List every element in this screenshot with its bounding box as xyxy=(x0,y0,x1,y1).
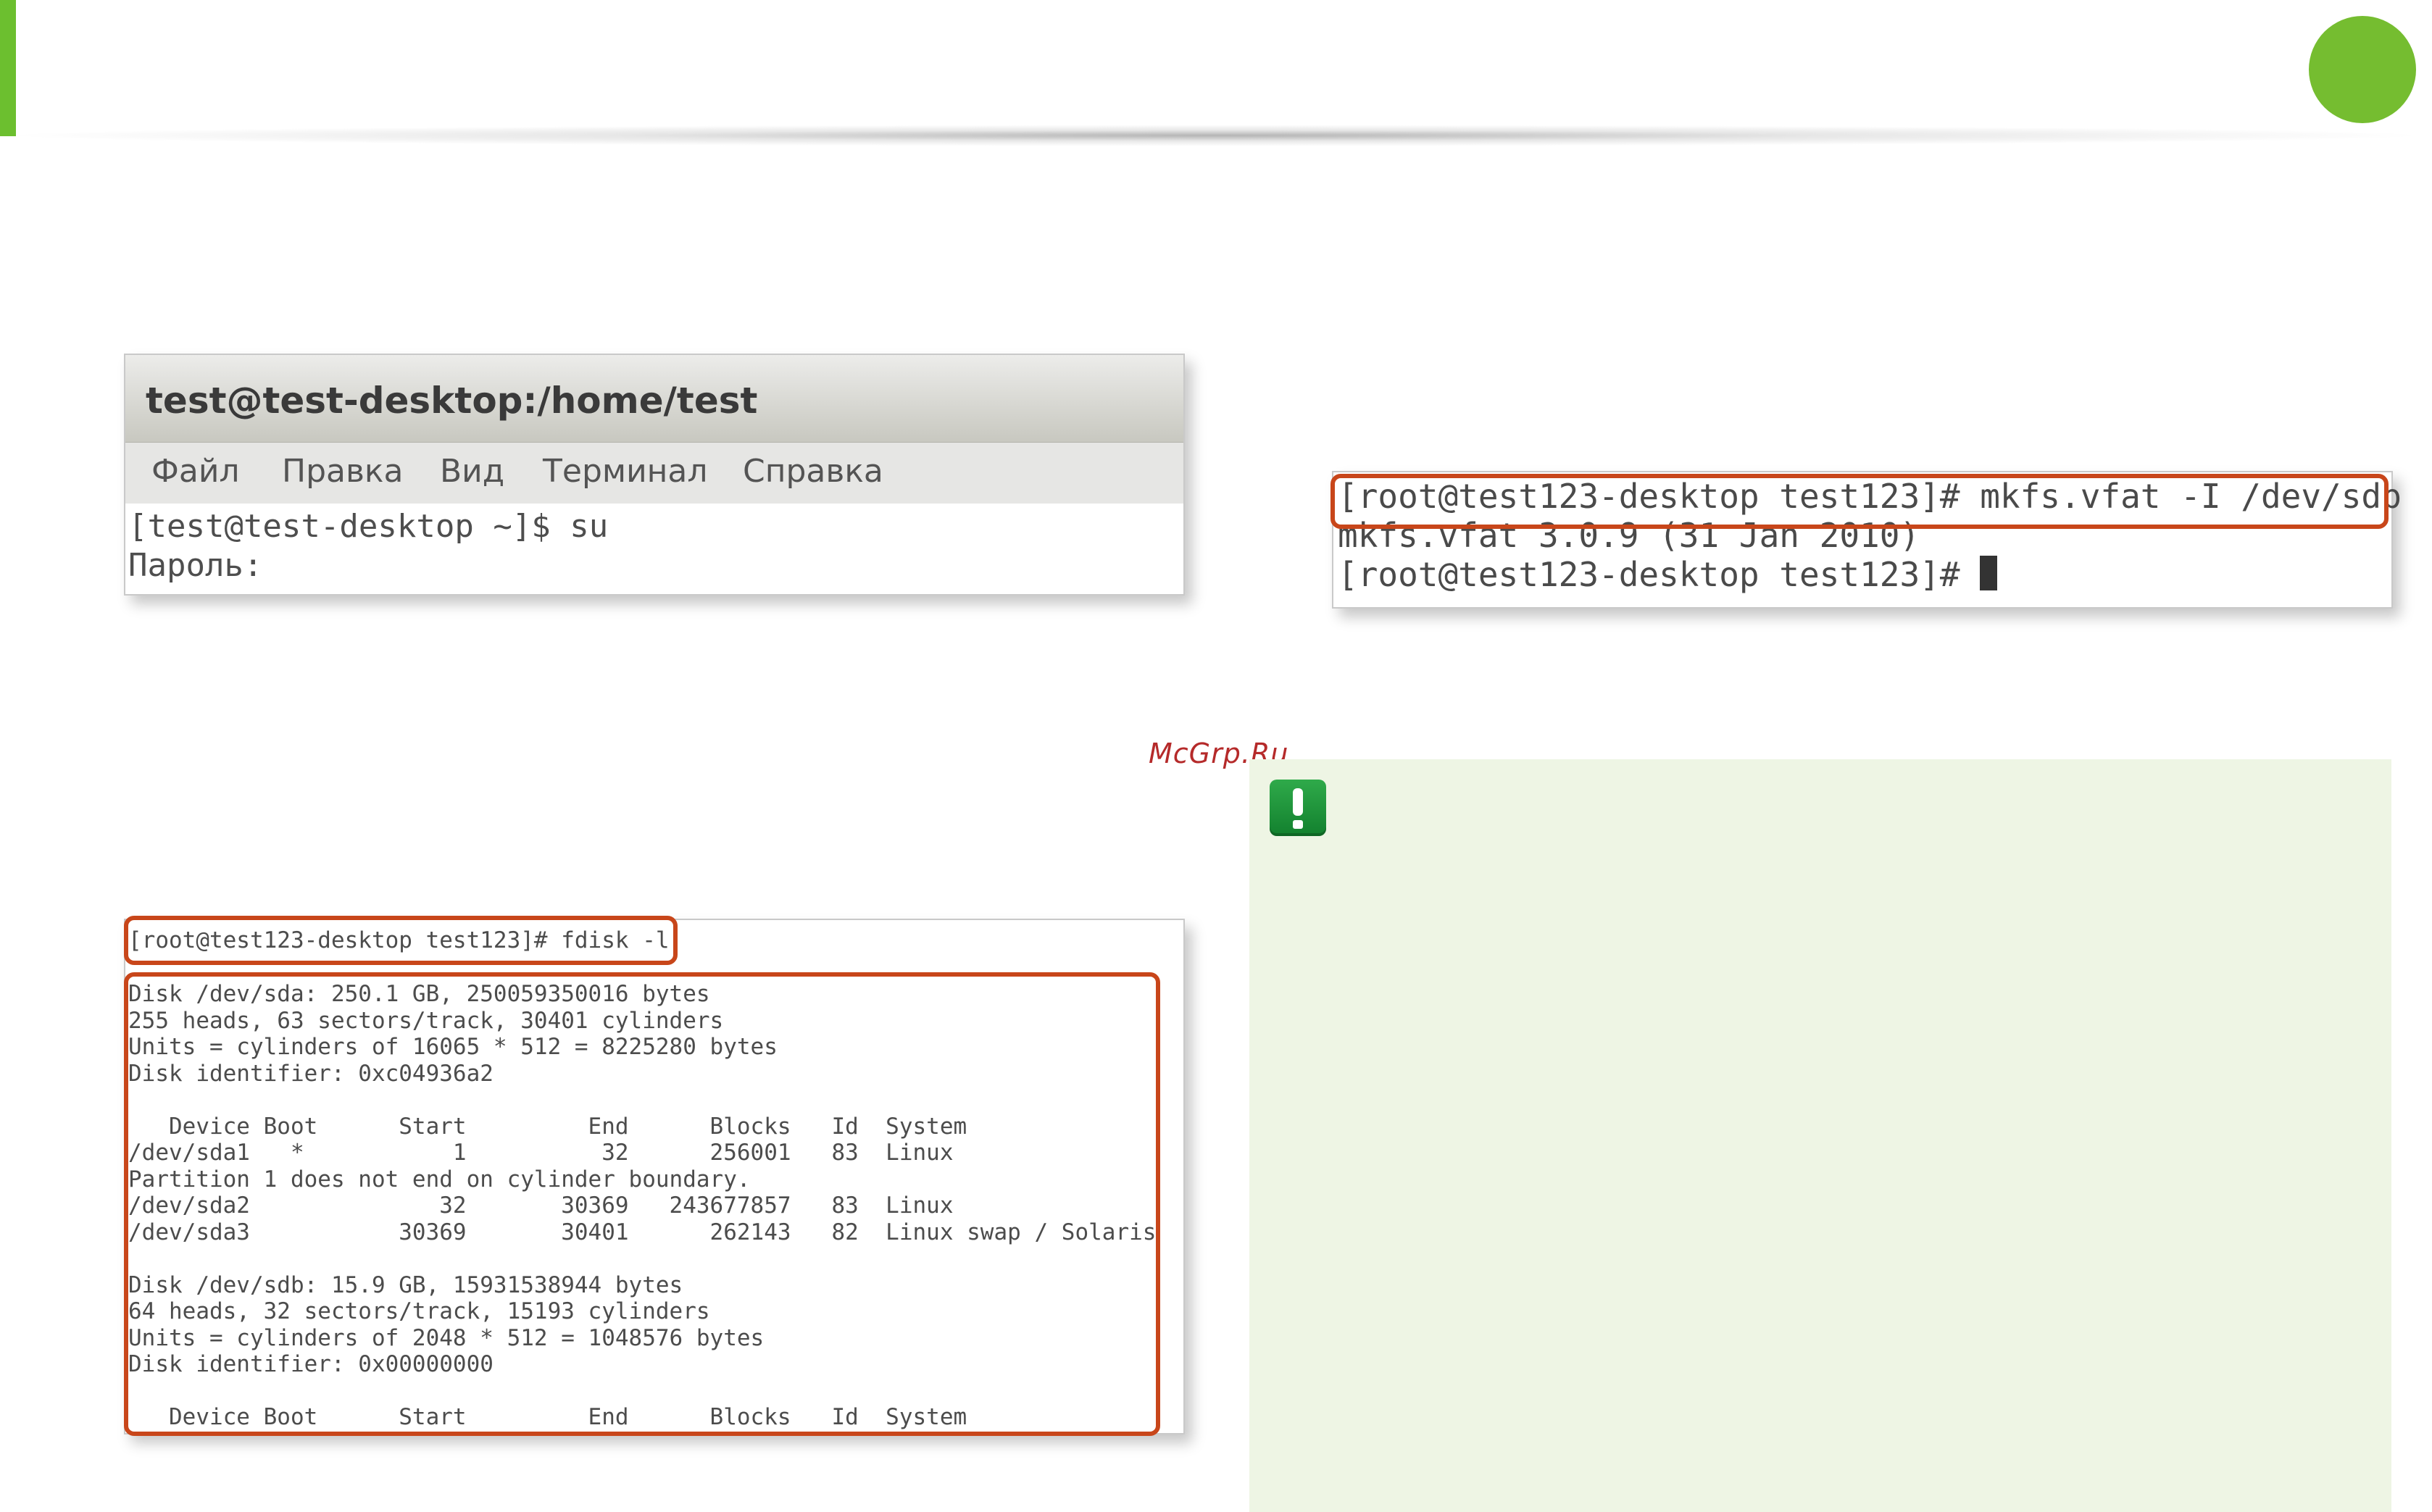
terminal-line: [root@test123-desktop test123]# xyxy=(1338,555,2402,594)
terminal-titlebar: test@test-desktop:/home/test xyxy=(125,355,1183,443)
terminal-title: test@test-desktop:/home/test xyxy=(146,380,758,422)
menu-edit[interactable]: Правка xyxy=(282,453,403,490)
header-divider xyxy=(0,125,2432,146)
page-marker-circle xyxy=(2309,16,2416,123)
terminal-menubar: Файл Правка Вид Терминал Справка xyxy=(125,443,1183,504)
exclamation-icon xyxy=(1270,780,1326,836)
terminal-prompt: [root@test123-desktop test123]# xyxy=(1338,555,1981,594)
terminal-line: [test@test-desktop ~]$ su xyxy=(128,508,609,545)
terminal-window-su: test@test-desktop:/home/test Файл Правка… xyxy=(124,354,1185,596)
note-panel xyxy=(1249,759,2391,1512)
accent-bar xyxy=(0,0,16,136)
highlight-fdisk-output xyxy=(124,972,1160,1436)
terminal-output: [test@test-desktop ~]$ su Пароль: xyxy=(128,507,608,585)
cursor-icon xyxy=(1980,556,1998,590)
highlight-fdisk-command xyxy=(124,916,678,965)
menu-view[interactable]: Вид xyxy=(440,453,504,490)
highlight-mkfs-command xyxy=(1330,474,2389,529)
menu-help[interactable]: Справка xyxy=(743,453,883,490)
menu-file[interactable]: Файл xyxy=(151,453,240,490)
menu-terminal[interactable]: Терминал xyxy=(543,453,708,490)
terminal-line: Пароль: xyxy=(128,547,263,584)
